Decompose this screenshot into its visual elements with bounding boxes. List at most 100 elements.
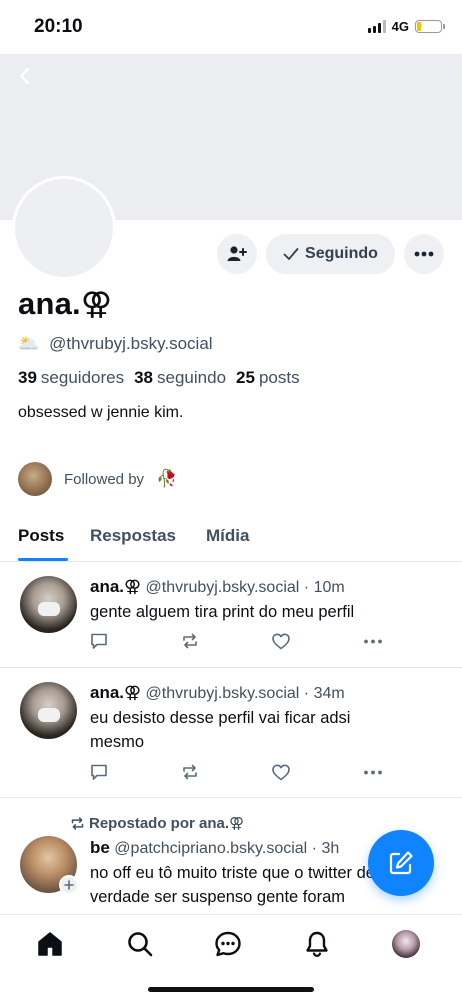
posts-label: posts <box>258 368 300 387</box>
post-separator: · <box>311 840 317 857</box>
following-stat[interactable]: 38 seguindo <box>134 368 226 388</box>
status-indicators: 4G <box>367 19 445 34</box>
status-time: 20:10 <box>34 16 83 37</box>
check-icon <box>283 248 299 260</box>
reply-button[interactable] <box>90 763 181 781</box>
post-actions <box>90 632 454 650</box>
network-label: 4G <box>391 19 409 34</box>
repost-button[interactable] <box>181 632 272 650</box>
post-more-button[interactable] <box>363 632 454 650</box>
reply-button[interactable] <box>90 632 181 650</box>
tab-media[interactable]: Mídia <box>206 526 249 546</box>
nav-profile[interactable] <box>391 929 421 959</box>
followed-by-row[interactable]: Followed by 🥀 <box>18 462 177 496</box>
post-author-handle[interactable]: @thvrubyj.bsky.social <box>146 579 300 596</box>
post-author-avatar[interactable] <box>20 682 77 739</box>
comment-icon <box>91 633 107 649</box>
bottom-nav <box>0 914 462 1000</box>
post-author-name[interactable]: be <box>90 838 110 857</box>
wilted-rose-icon: 🥀 <box>156 469 178 488</box>
status-bar: 20:10 4G <box>0 0 462 54</box>
user-avatar <box>392 930 420 958</box>
repost-icon <box>183 764 197 780</box>
post-text: gente alguem tira print do meu perfil <box>90 603 355 621</box>
home-indicator <box>148 987 314 992</box>
post-author-avatar[interactable] <box>20 576 77 633</box>
posts-count: 25 <box>236 368 255 387</box>
post-author-handle[interactable]: @patchcipriano.bsky.social <box>114 840 307 857</box>
battery-level <box>417 22 422 31</box>
following-count: 38 <box>134 368 154 387</box>
post-actions <box>90 763 454 781</box>
post-more-button[interactable] <box>363 763 454 781</box>
compose-icon <box>389 851 413 875</box>
followed-by-label: Followed by <box>64 470 145 488</box>
active-tab-indicator <box>18 558 68 561</box>
suggest-follows-button[interactable] <box>217 234 257 274</box>
search-icon <box>128 932 153 957</box>
compose-button[interactable] <box>368 830 434 896</box>
face-mask-shape <box>38 602 60 616</box>
following-button-label: Seguindo <box>305 245 378 262</box>
heart-icon <box>272 633 290 649</box>
post-header: be @patchcipriano.bsky.social · 3h <box>90 838 339 858</box>
post-text: eu desisto desse perfil vai ficar adsi m… <box>90 709 351 751</box>
handle-row: 🌥️ @thvrubyj.bsky.social <box>18 334 213 354</box>
post-author-name[interactable]: ana.⚢ <box>90 577 141 596</box>
post-author-name[interactable]: ana.⚢ <box>90 683 141 702</box>
post-author-handle[interactable]: @thvrubyj.bsky.social <box>146 685 300 702</box>
sun-behind-cloud-icon: 🌥️ <box>18 334 40 353</box>
repost-icon <box>71 816 84 830</box>
battery-icon <box>415 20 445 33</box>
follow-author-badge[interactable] <box>59 875 79 895</box>
chat-bubble-icon <box>215 931 241 957</box>
post-time: 34m <box>313 685 345 702</box>
followers-label: seguidores <box>40 368 125 387</box>
more-options-button[interactable] <box>404 234 444 274</box>
display-name: ana.⚢ <box>18 286 113 321</box>
nav-chat[interactable] <box>213 929 243 959</box>
tab-replies[interactable]: Respostas <box>90 526 176 546</box>
following-button[interactable]: Seguindo <box>266 234 395 274</box>
post-separator: · <box>303 579 310 596</box>
profile-handle: @thvrubyj.bsky.social <box>49 334 213 353</box>
nav-search[interactable] <box>125 929 155 959</box>
repost-icon <box>183 633 197 649</box>
follower-avatar <box>18 462 52 496</box>
like-button[interactable] <box>272 763 363 781</box>
repost-label[interactable]: Repostado por ana.⚢ <box>70 814 244 832</box>
repost-button[interactable] <box>181 763 272 781</box>
bell-icon <box>306 931 328 957</box>
post-separator: · <box>303 685 310 702</box>
repost-label-text: Repostado por ana.⚢ <box>89 815 245 832</box>
more-horizontal-icon <box>414 251 434 257</box>
nav-home[interactable] <box>35 929 65 959</box>
tab-posts[interactable]: Posts <box>18 526 64 546</box>
like-button[interactable] <box>272 632 363 650</box>
comment-icon <box>91 764 107 780</box>
face-mask-shape <box>38 708 60 722</box>
post-header: ana.⚢ @thvrubyj.bsky.social · 10m <box>90 577 345 597</box>
post-header: ana.⚢ @thvrubyj.bsky.social · 34m <box>90 683 345 703</box>
signal-icon <box>367 20 386 33</box>
home-icon <box>38 932 62 956</box>
profile-avatar[interactable] <box>12 176 116 280</box>
plus-icon <box>64 880 74 890</box>
post-item[interactable]: ana.⚢ @thvrubyj.bsky.social · 10m gente … <box>0 562 462 668</box>
post-time: 3h <box>321 840 340 857</box>
heart-icon <box>272 764 290 780</box>
posts-stat: 25 posts <box>236 368 300 388</box>
nav-notifications[interactable] <box>302 929 332 959</box>
profile-bio: obsessed w jennie kim. <box>18 404 184 421</box>
more-horizontal-icon <box>364 639 382 643</box>
followers-count: 39 <box>18 368 37 387</box>
more-horizontal-icon <box>364 770 382 774</box>
back-button[interactable] <box>10 62 38 90</box>
post-time: 10m <box>313 579 345 596</box>
post-item[interactable]: ana.⚢ @thvrubyj.bsky.social · 34m eu des… <box>0 668 462 798</box>
following-label: seguindo <box>157 368 227 387</box>
followers-stat[interactable]: 39 seguidores <box>18 368 124 388</box>
person-plus-icon <box>227 246 247 261</box>
chevron-left-icon <box>19 67 30 85</box>
profile-stats: 39 seguidores 38 seguindo 25 posts <box>18 368 300 388</box>
